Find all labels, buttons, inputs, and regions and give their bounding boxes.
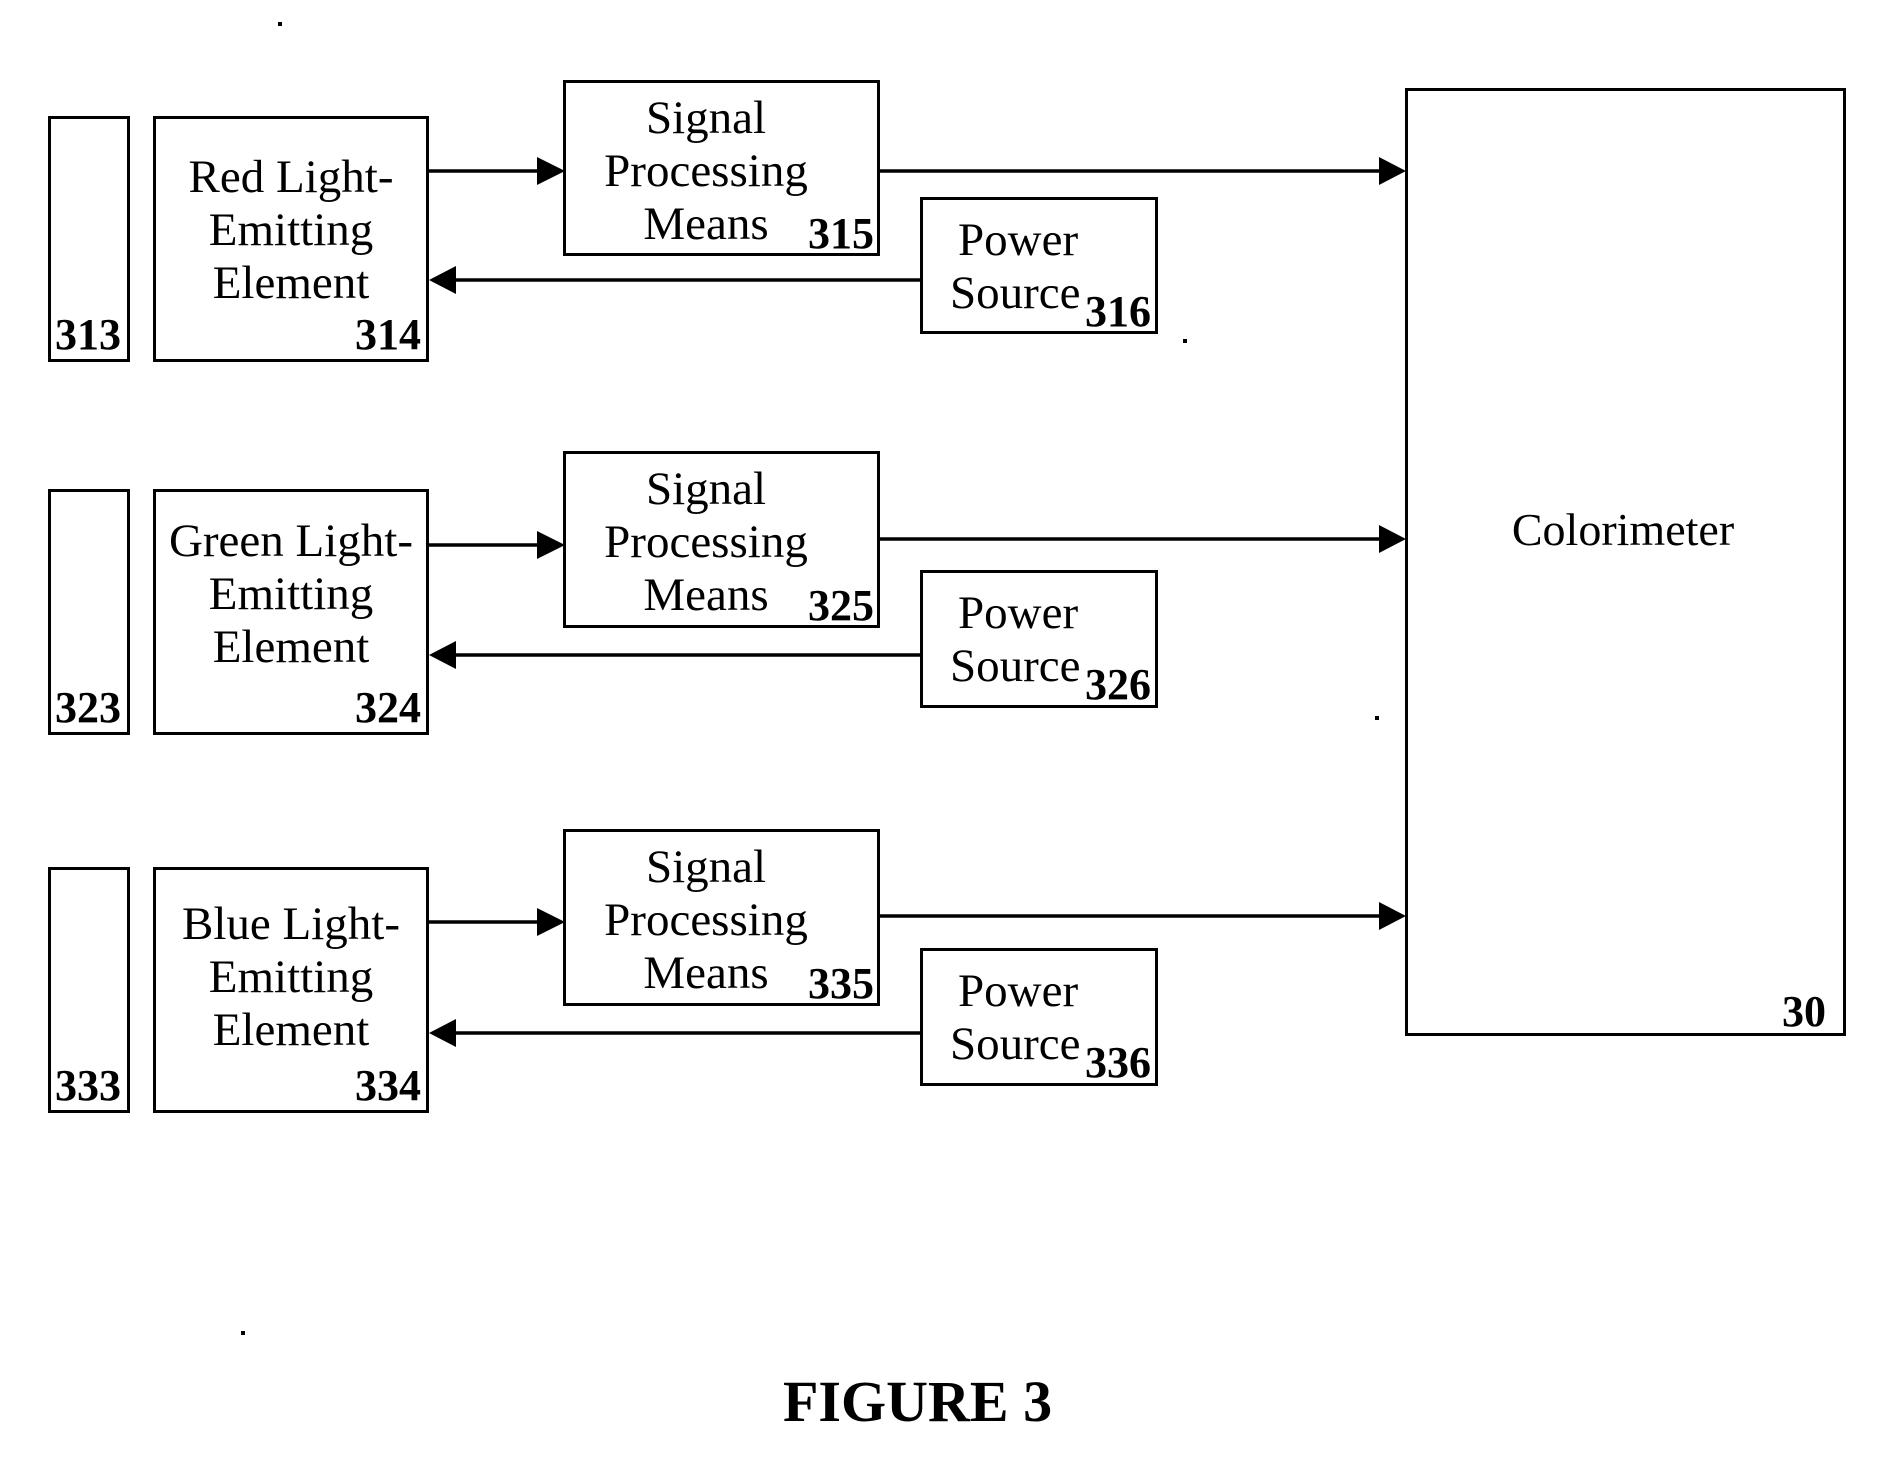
arrow-left-icon — [429, 1019, 456, 1047]
scan-speck — [278, 22, 282, 26]
arrow-right-icon — [1379, 902, 1406, 930]
arrow-right-icon — [1379, 525, 1406, 553]
figure-caption: FIGURE 3 — [783, 1369, 1053, 1434]
connector-layer — [429, 157, 1406, 1047]
arrow-right-icon — [1379, 157, 1406, 185]
arrow-left-icon — [429, 266, 456, 294]
arrow-right-icon — [537, 531, 565, 559]
scan-speck — [1183, 339, 1187, 343]
arrow-right-icon — [537, 908, 565, 936]
figure-3-diagram: 313 Red Light- Emitting Element 314 Sign… — [0, 0, 1900, 1468]
scan-speck — [241, 1331, 245, 1335]
arrow-right-icon — [537, 157, 565, 185]
arrow-left-icon — [429, 641, 456, 669]
scan-speck — [1375, 716, 1379, 720]
